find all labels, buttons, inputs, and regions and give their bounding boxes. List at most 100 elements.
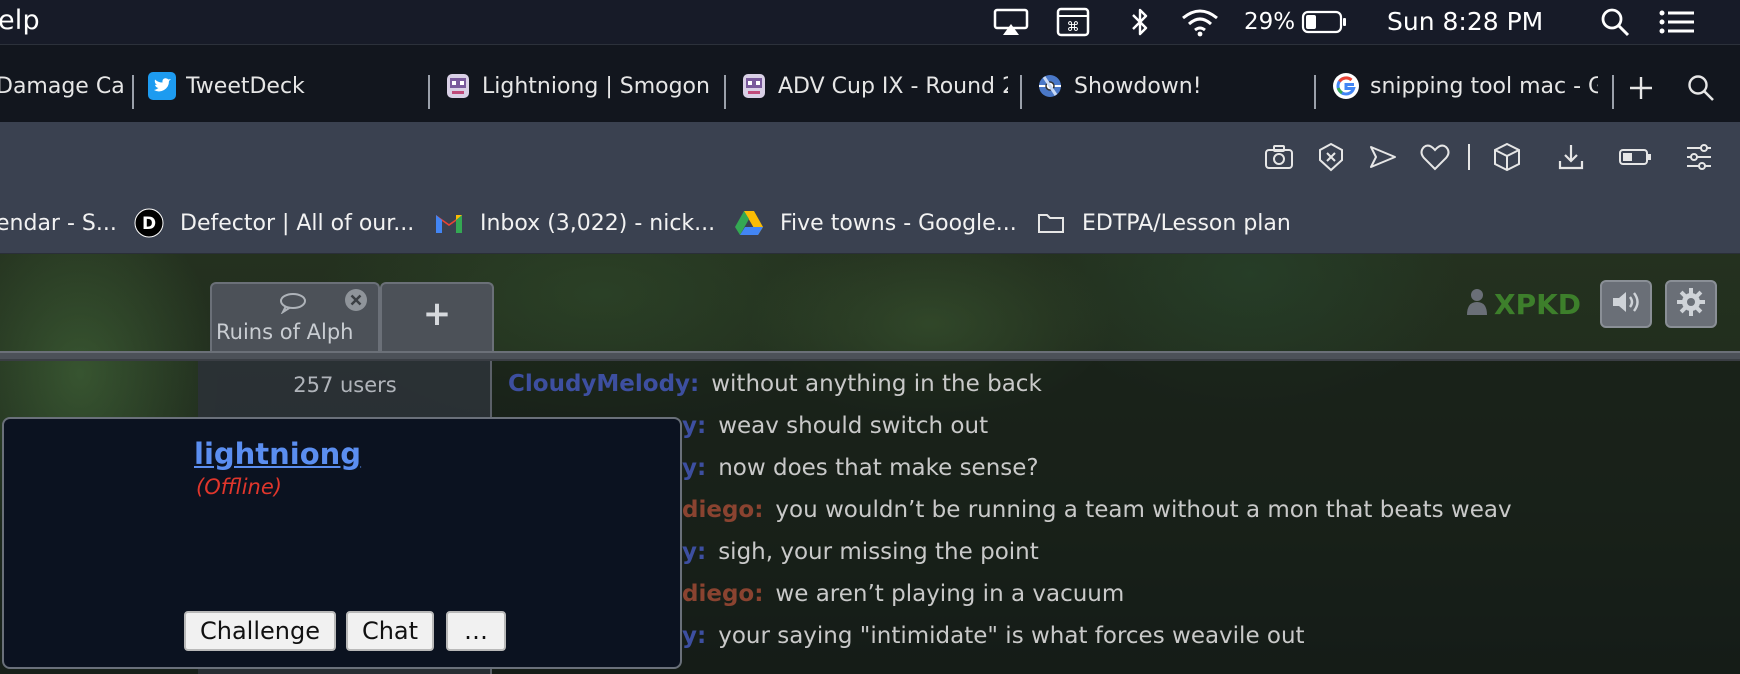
chat-username[interactable]: y:	[682, 623, 706, 649]
svg-text:D: D	[142, 214, 156, 234]
chat-message: diego: you wouldn’t be running a team wit…	[682, 497, 1512, 531]
heart-icon[interactable]	[1418, 140, 1452, 174]
menu-bar-clock[interactable]: Sun 8:28 PM	[1387, 7, 1543, 36]
more-options-button[interactable]: …	[446, 611, 506, 651]
bookmark-gmail-inbox[interactable]: Inbox (3,022) - nick...	[434, 206, 715, 240]
tab-showdown[interactable]: Showdown!	[1036, 63, 1308, 109]
chat-button[interactable]: Chat	[346, 611, 434, 651]
toolbar-divider	[1468, 144, 1470, 170]
add-room-button[interactable]: +	[380, 282, 494, 352]
chat-bubble-icon	[278, 292, 308, 318]
chat-text: you wouldn’t be running a team without a…	[775, 497, 1512, 523]
chat-text: without anything in the back	[711, 371, 1042, 397]
cube-icon[interactable]	[1490, 140, 1524, 174]
svg-text:⌘: ⌘	[1067, 20, 1080, 35]
tab-title: TweetDeck	[186, 73, 305, 99]
tab-separator	[1020, 75, 1022, 109]
camera-icon[interactable]	[1262, 140, 1296, 174]
room-tab-underline	[0, 351, 1740, 361]
bookmark-label: EDTPA/Lesson plan	[1082, 210, 1291, 236]
bookmark-folder-edtpa[interactable]: EDTPA/Lesson plan	[1036, 206, 1291, 240]
bookmark-label: Inbox (3,022) - nick...	[480, 210, 716, 236]
chat-username[interactable]: CloudyMelody:	[508, 371, 699, 397]
chat-username[interactable]: y:	[682, 413, 706, 439]
smogon-icon	[444, 72, 472, 100]
chat-message: y: now does that make sense?	[682, 455, 1039, 489]
chat-text: sigh, your missing the point	[718, 539, 1039, 565]
tab-separator	[724, 75, 726, 109]
new-tab-icon[interactable]	[1626, 73, 1656, 103]
browser-tab-strip: Damage Calc TweetDeck Lightniong | Smogo…	[0, 44, 1740, 122]
shield-x-icon[interactable]	[1314, 140, 1348, 174]
bookmark-calendar[interactable]: endar - S...	[0, 206, 117, 240]
wifi-icon[interactable]	[1178, 6, 1222, 38]
tab-title: ADV Cup IX - Round 2	[778, 73, 1008, 99]
sound-button[interactable]	[1600, 280, 1652, 328]
keyboard-icon[interactable]: ⌘	[1054, 6, 1092, 38]
challenge-button[interactable]: Challenge	[184, 611, 336, 651]
user-count: 257 users	[293, 373, 397, 397]
user-icon	[1466, 287, 1488, 322]
browser-toolbar	[0, 122, 1740, 192]
chat-text: now does that make sense?	[718, 455, 1039, 481]
send-icon[interactable]	[1366, 140, 1400, 174]
chat-username[interactable]: diego:	[682, 497, 763, 523]
battery-saver-icon[interactable]	[1618, 140, 1652, 174]
add-room-label: +	[422, 294, 452, 334]
bookmark-five-towns[interactable]: Five towns - Google...	[734, 206, 1017, 240]
tab-separator	[1612, 75, 1614, 109]
gear-icon	[1676, 287, 1706, 321]
download-icon[interactable]	[1554, 140, 1588, 174]
settings-button[interactable]	[1665, 280, 1717, 328]
tab-title: Lightniong | Smogon Forums	[482, 73, 712, 99]
chat-username[interactable]: y:	[682, 455, 706, 481]
chat-username[interactable]: y:	[682, 539, 706, 565]
chat-username[interactable]: diego:	[682, 581, 763, 607]
tab-separator	[132, 75, 134, 109]
room-tab-ruins-of-alph[interactable]: Ruins of Alph	[210, 282, 380, 352]
menu-sliders-icon[interactable]	[1682, 140, 1716, 174]
battery-percentage: 29%	[1244, 9, 1296, 35]
bookmarks-bar: endar - S... D Defector | All of our... …	[0, 192, 1740, 254]
popup-user-status: (Offline)	[196, 475, 282, 499]
bookmark-defector[interactable]: D Defector | All of our...	[134, 206, 414, 240]
tab-google-search[interactable]: snipping tool mac - Google	[1332, 63, 1598, 109]
control-center-icon[interactable]	[1658, 6, 1696, 38]
tab-title: snipping tool mac - Google	[1370, 73, 1598, 99]
chat-message: CloudyMelody: without anything in the bac…	[508, 371, 1042, 405]
current-user[interactable]: XPKD	[1466, 284, 1581, 324]
twitter-icon	[148, 72, 176, 100]
google-drive-icon	[734, 208, 764, 238]
tab-separator	[1314, 75, 1316, 109]
tab-separator	[428, 75, 430, 109]
gmail-icon	[434, 208, 464, 238]
defector-icon: D	[134, 208, 164, 238]
bluetooth-icon[interactable]	[1126, 6, 1154, 38]
tab-title: Damage Calc	[0, 73, 124, 99]
battery-icon[interactable]	[1300, 6, 1348, 38]
user-popup: lightniong (Offline) Challenge Chat …	[2, 417, 682, 669]
close-icon[interactable]	[344, 288, 368, 316]
chat-message: diego: we aren’t playing in a vacuum	[682, 581, 1124, 615]
popup-username-link[interactable]: lightniong	[194, 437, 361, 471]
room-tabs: Ruins of Alph + XPKD	[0, 254, 1740, 352]
chat-text: your saying "intimidate" is what forces …	[718, 623, 1305, 649]
tab-damage-calc[interactable]: Damage Calc	[0, 63, 124, 109]
showdown-icon	[1036, 72, 1064, 100]
bookmark-label: Five towns - Google...	[780, 210, 1017, 236]
chat-text: we aren’t playing in a vacuum	[775, 581, 1125, 607]
chat-text: weav should switch out	[718, 413, 989, 439]
tab-title: Showdown!	[1074, 73, 1202, 99]
tab-adv-cup[interactable]: ADV Cup IX - Round 2	[740, 63, 1008, 109]
smogon-icon	[740, 72, 768, 100]
airplay-icon[interactable]	[992, 6, 1030, 38]
tab-tweetdeck[interactable]: TweetDeck	[148, 63, 418, 109]
chat-message: y: your saying "intimidate" is what force…	[682, 623, 1305, 657]
tab-search-icon[interactable]	[1686, 73, 1716, 103]
chat-message: y: sigh, your missing the point	[682, 539, 1039, 573]
chat-message: y: weav should switch out	[682, 413, 988, 447]
spotlight-search-icon[interactable]	[1598, 6, 1632, 38]
bookmark-label: endar - S...	[0, 210, 117, 236]
tab-smogon-lightniong[interactable]: Lightniong | Smogon Forums	[444, 63, 712, 109]
app-menu-help[interactable]: elp	[0, 5, 40, 36]
